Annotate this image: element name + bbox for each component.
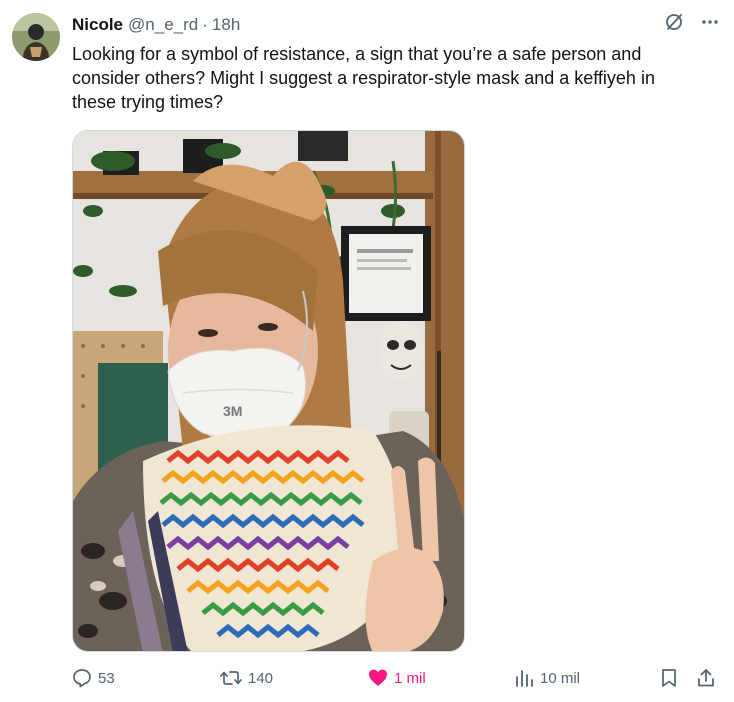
author-handle[interactable]: @n_e_rd <box>128 15 198 35</box>
repost-count: 140 <box>248 669 274 687</box>
share-icon <box>696 668 716 688</box>
more-icon[interactable] <box>700 12 720 32</box>
reply-button[interactable]: 53 <box>72 668 115 688</box>
reply-icon <box>72 668 92 688</box>
like-count: 1 mil <box>394 669 426 687</box>
author-name[interactable]: Nicole <box>72 15 123 35</box>
share-button[interactable] <box>696 668 716 688</box>
avatar[interactable] <box>12 13 60 61</box>
repost-icon <box>220 668 242 688</box>
separator-dot: · <box>202 15 208 34</box>
views-icon <box>514 668 534 688</box>
views-count: 10 mil <box>540 669 581 687</box>
post-media-photo[interactable]: 3M <box>72 130 465 652</box>
views-button[interactable]: 10 mil <box>514 668 580 688</box>
mask-brand-label: 3M <box>223 403 242 419</box>
bookmark-button[interactable] <box>660 668 678 688</box>
reply-count: 53 <box>98 669 115 687</box>
post-time[interactable]: 18h <box>212 15 240 35</box>
like-button[interactable]: 1 mil <box>368 668 426 688</box>
post-header: Nicole @n_e_rd · 18h <box>72 14 240 36</box>
post-header-actions <box>664 12 720 32</box>
repost-button[interactable]: 140 <box>220 668 273 688</box>
heart-icon <box>368 668 388 688</box>
grok-icon[interactable] <box>664 12 684 32</box>
post-text: Looking for a symbol of resistance, a si… <box>72 44 655 112</box>
post-actions-bar: 53 140 1 mil 10 mil <box>72 668 720 698</box>
bookmark-icon <box>660 668 678 688</box>
